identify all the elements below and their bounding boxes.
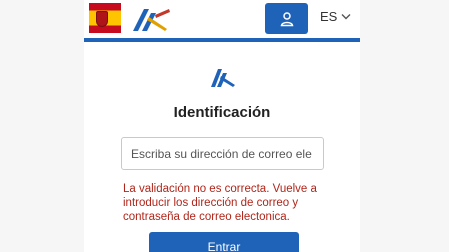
spain-flag-icon xyxy=(89,3,121,33)
email-field[interactable] xyxy=(121,137,324,170)
coat-of-arms xyxy=(96,11,108,27)
language-selector[interactable]: ES xyxy=(320,9,351,24)
chevron-down-icon xyxy=(341,14,351,20)
top-header: ES xyxy=(84,0,360,40)
error-message: La validación no es correcta. Vuelve a i… xyxy=(123,183,317,223)
page-title: Identificación xyxy=(173,104,271,121)
user-login-button[interactable] xyxy=(265,3,308,34)
submit-button[interactable]: Entrar xyxy=(149,232,299,252)
header-divider xyxy=(84,38,360,42)
agencia-tributaria-logo-icon xyxy=(211,69,235,87)
agencia-tributaria-logo-icon[interactable] xyxy=(129,5,171,33)
language-label: ES xyxy=(320,9,338,24)
user-icon xyxy=(280,11,293,26)
mobile-screen: ES Identificación La validación no es co… xyxy=(84,0,360,252)
